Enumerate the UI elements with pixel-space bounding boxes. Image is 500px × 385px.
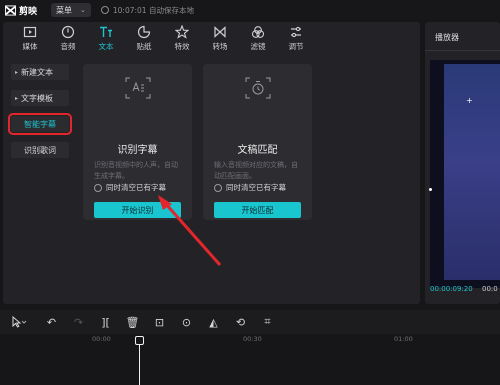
script-match-card: 文稿匹配 输入音视频对应的文稿，自动匹配画面。 同时清空已有字幕 开始匹配 xyxy=(203,64,312,220)
tab-filter[interactable]: 滤镜 xyxy=(239,22,277,54)
sub-item-label: 智能字幕 xyxy=(24,119,56,129)
caret-right-icon: ▸ xyxy=(15,94,19,102)
tab-transition-label: 转场 xyxy=(212,41,228,51)
redo-button[interactable]: ↷ xyxy=(65,310,92,334)
effects-icon xyxy=(175,24,189,39)
tab-text[interactable]: 文本 xyxy=(87,22,125,54)
tab-text-label: 文本 xyxy=(98,41,114,51)
tick-label: 00:30 xyxy=(243,335,262,343)
delete-button[interactable]: 🗑 xyxy=(119,310,146,334)
recognize-subtitles-card: 识别字幕 识别音视频中的人声，自动生成字幕。 同时清空已有字幕 开始识别 xyxy=(83,64,192,220)
sub-item-label: 新建文本 xyxy=(21,67,54,77)
tab-effects[interactable]: 特效 xyxy=(163,22,201,54)
tick-label: 00:00 xyxy=(92,335,111,343)
playhead[interactable] xyxy=(139,342,140,385)
card-description: 识别音视频中的人声，自动生成字幕。 xyxy=(94,161,178,180)
tab-adjust-label: 调节 xyxy=(288,41,304,51)
subtitle-recognition-icon xyxy=(125,77,151,99)
checkbox[interactable] xyxy=(94,183,102,192)
total-time: 00:0 xyxy=(482,285,498,293)
tab-effects-label: 特效 xyxy=(174,41,190,51)
redo-icon: ↷ xyxy=(73,315,84,329)
tab-media[interactable]: 媒体 xyxy=(11,22,49,54)
sticker-icon xyxy=(137,25,151,38)
select-tool-button[interactable] xyxy=(0,310,38,334)
mirror-icon: ◭ xyxy=(209,315,218,329)
checkbox-label: 同时清空已有字幕 xyxy=(226,183,286,192)
clock-icon xyxy=(100,6,109,14)
timeline-toolbar: ↶ ↷ ][ 🗑 ⊡ ⊙ ◭ ⟲ ⌗ xyxy=(0,310,500,334)
current-time: 00:00:09:20 xyxy=(430,285,473,293)
crop-button[interactable]: ⌗ xyxy=(254,310,281,334)
menu-label: 菜单 xyxy=(56,5,73,15)
script-match-icon xyxy=(245,77,271,99)
caret-right-icon: ▸ xyxy=(15,68,19,76)
start-recognition-button[interactable]: 开始识别 xyxy=(94,202,181,218)
tick-label: 01:00 xyxy=(394,335,413,343)
time-ruler: 00:00 00:30 01:00 xyxy=(0,334,500,348)
split-button[interactable]: ][ xyxy=(92,310,119,334)
sub-item-label: 文字模板 xyxy=(21,93,54,103)
undo-icon: ↶ xyxy=(46,315,57,329)
text-icon xyxy=(100,26,112,37)
save-status: 10:07:01 自动保存本地 xyxy=(100,5,194,16)
material-toolbar: 媒体 音频 文本 贴纸 特效 转场 滤镜 调节 xyxy=(3,22,420,54)
timeline[interactable]: 00:00 00:30 01:00 xyxy=(0,334,500,385)
checkbox[interactable] xyxy=(214,183,222,192)
plus-icon: + xyxy=(466,96,473,105)
transition-icon xyxy=(214,25,226,38)
card-title: 文稿匹配 xyxy=(237,145,278,156)
play-circle-icon: ⊙ xyxy=(181,315,192,329)
rotate-icon: ⟲ xyxy=(235,315,246,329)
capcut-logo-icon xyxy=(5,4,16,16)
sub-item-label: 识别歌词 xyxy=(24,145,56,155)
tab-audio[interactable]: 音频 xyxy=(49,22,87,54)
text-sub-menu: ▸ 新建文本 ▸ 文字模板 智能字幕 识别歌词 xyxy=(8,64,72,168)
tab-media-label: 媒体 xyxy=(22,41,38,51)
tab-sticker-label: 贴纸 xyxy=(136,41,152,51)
player-title: 播放器 xyxy=(435,33,459,42)
sub-item-new-text[interactable]: ▸ 新建文本 xyxy=(11,64,69,80)
tab-sticker[interactable]: 贴纸 xyxy=(125,22,163,54)
cursor-dot xyxy=(429,188,432,191)
player-panel: 播放器 + 00:00:09:20 00:0 xyxy=(425,22,500,304)
adjust-icon xyxy=(291,26,301,37)
title-bar: 剪映 菜单 ⌄ 10:07:01 自动保存本地 xyxy=(0,0,500,20)
app-logo: 剪映 xyxy=(5,4,37,17)
pointer-icon xyxy=(12,316,27,328)
media-icon xyxy=(23,26,37,37)
menu-button[interactable]: 菜单 ⌄ xyxy=(51,3,91,17)
app-name: 剪映 xyxy=(19,6,38,17)
play-reverse-button[interactable]: ⊙ xyxy=(173,310,200,334)
freeze-button[interactable]: ⊡ xyxy=(146,310,173,334)
clear-subtitles-option[interactable]: 同时清空已有字幕 xyxy=(214,182,286,193)
filter-icon xyxy=(251,25,265,38)
audio-icon xyxy=(61,25,75,38)
undo-button[interactable]: ↶ xyxy=(38,310,65,334)
sub-item-smart-subtitles[interactable]: 智能字幕 xyxy=(8,113,72,135)
split-icon: ][ xyxy=(101,315,110,329)
playhead-handle[interactable] xyxy=(135,336,144,345)
freeze-frame-icon: ⊡ xyxy=(154,315,165,329)
sub-item-text-template[interactable]: ▸ 文字模板 xyxy=(11,90,69,106)
chevron-down-icon: ⌄ xyxy=(80,6,86,14)
card-title: 识别字幕 xyxy=(117,145,158,156)
mirror-button[interactable]: ◭ xyxy=(200,310,227,334)
crop-icon: ⌗ xyxy=(264,315,271,328)
material-panel: 媒体 音频 文本 贴纸 特效 转场 滤镜 调节 ▸ 新建文本 ▸ 文字模板 智能… xyxy=(3,22,420,304)
tab-adjust[interactable]: 调节 xyxy=(277,22,315,54)
checkbox-label: 同时清空已有字幕 xyxy=(106,183,166,192)
tab-transition[interactable]: 转场 xyxy=(201,22,239,54)
tab-audio-label: 音频 xyxy=(60,41,76,51)
tab-filter-label: 滤镜 xyxy=(250,41,266,51)
trash-icon: 🗑 xyxy=(125,315,140,329)
video-preview[interactable]: + xyxy=(429,60,500,288)
start-match-button[interactable]: 开始匹配 xyxy=(214,202,301,218)
card-description: 输入音视频对应的文稿，自动匹配画面。 xyxy=(214,161,298,180)
divider xyxy=(425,50,500,51)
rotate-button[interactable]: ⟲ xyxy=(227,310,254,334)
sub-item-recognize-lyrics[interactable]: 识别歌词 xyxy=(11,142,69,158)
clear-subtitles-option[interactable]: 同时清空已有字幕 xyxy=(94,182,166,193)
save-status-text: 10:07:01 自动保存本地 xyxy=(112,5,194,15)
